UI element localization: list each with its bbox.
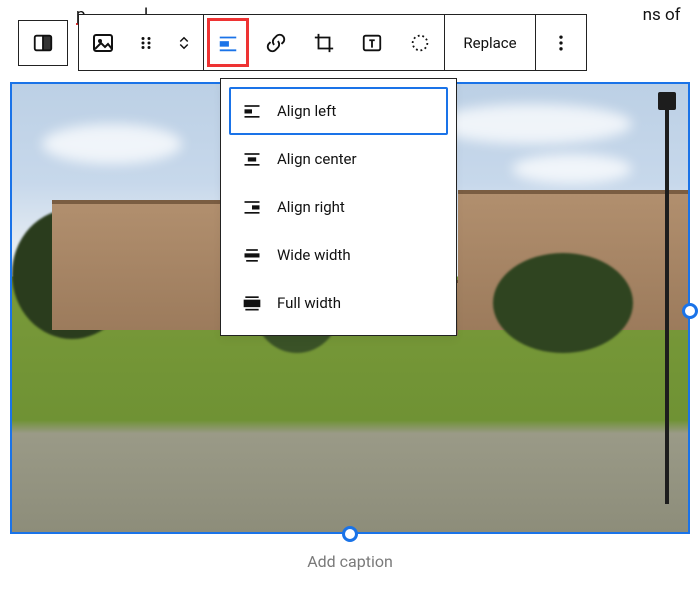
align-option-wide[interactable]: Wide width (229, 231, 448, 279)
text-over-image-icon (361, 32, 383, 54)
image-caption-input[interactable]: Add caption (0, 544, 700, 571)
align-center-icon (241, 149, 263, 169)
wide-width-icon (241, 245, 263, 265)
align-option-label: Full width (277, 294, 341, 312)
align-option-center[interactable]: Align center (229, 135, 448, 183)
columns-block-button[interactable] (18, 20, 68, 66)
dotted-circle-icon (409, 32, 431, 54)
align-left-icon (241, 101, 263, 121)
replace-button[interactable]: Replace (445, 15, 535, 70)
replace-label: Replace (463, 34, 516, 52)
columns-icon (32, 32, 54, 54)
align-option-label: Wide width (277, 246, 351, 264)
resize-handle-bottom[interactable] (342, 526, 358, 542)
image-icon (91, 31, 115, 55)
align-right-icon (241, 197, 263, 217)
align-option-label: Align left (277, 102, 336, 120)
insert-link-button[interactable] (252, 15, 300, 70)
align-left-icon (217, 32, 239, 54)
caption-placeholder: Add caption (307, 552, 393, 571)
align-option-right[interactable]: Align right (229, 183, 448, 231)
align-option-label: Align center (277, 150, 357, 168)
image-block-toolbar: Replace (78, 14, 587, 71)
text-overlay-button[interactable] (348, 15, 396, 70)
crop-button[interactable] (300, 15, 348, 70)
link-icon (265, 32, 287, 54)
chevrons-vertical-icon (175, 32, 193, 54)
align-option-label: Align right (277, 198, 345, 216)
change-alignment-button[interactable] (204, 15, 252, 70)
kebab-icon (551, 33, 571, 53)
block-type-image-button[interactable] (79, 15, 127, 70)
alignment-dropdown: Align left Align center Align right Wide… (220, 78, 457, 336)
duotone-filter-button[interactable] (396, 15, 444, 70)
drag-icon (137, 34, 155, 52)
move-up-down-button[interactable] (165, 15, 203, 70)
align-option-left[interactable]: Align left (229, 87, 448, 135)
align-option-full[interactable]: Full width (229, 279, 448, 327)
more-options-button[interactable] (536, 15, 586, 70)
drag-handle[interactable] (127, 15, 165, 70)
resize-handle-right[interactable] (682, 303, 698, 319)
crop-icon (313, 32, 335, 54)
full-width-icon (241, 293, 263, 313)
